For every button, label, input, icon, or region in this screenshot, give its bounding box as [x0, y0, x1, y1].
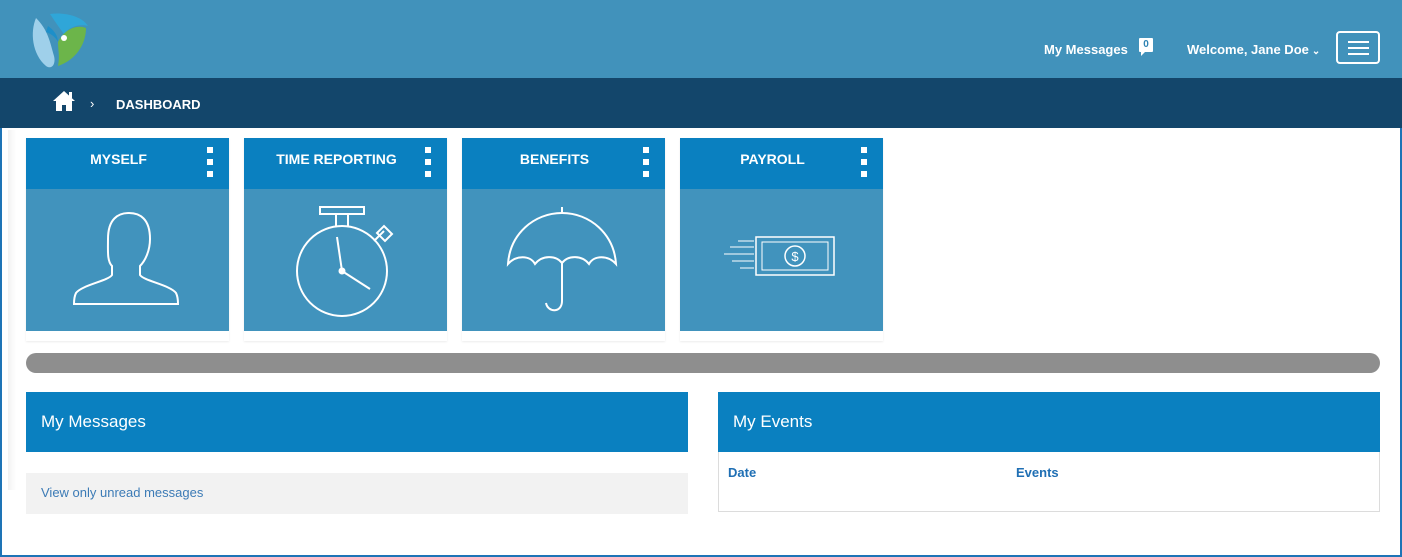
tile-body: [26, 189, 229, 331]
panel-title: My Events: [733, 412, 813, 431]
top-header: My Messages 0 Welcome, Jane Doe ⌄: [0, 0, 1402, 78]
tile-header: PAYROLL: [680, 138, 883, 189]
messages-footer: View only unread messages: [26, 473, 688, 514]
tile-header: BENEFITS: [462, 138, 665, 189]
breadcrumb: › DASHBOARD: [0, 78, 1402, 128]
welcome-text: Welcome, Jane Doe: [1187, 42, 1309, 57]
breadcrumb-current: DASHBOARD: [116, 97, 201, 112]
tile-body: $: [680, 189, 883, 331]
breadcrumb-separator: ›: [90, 96, 95, 111]
user-menu[interactable]: Welcome, Jane Doe ⌄: [1187, 42, 1320, 57]
view-unread-messages-link[interactable]: View only unread messages: [41, 485, 203, 500]
more-options-icon[interactable]: [861, 147, 867, 177]
more-options-icon[interactable]: [207, 147, 213, 177]
tile-time-reporting[interactable]: TIME REPORTING: [244, 138, 447, 341]
stopwatch-icon: [296, 206, 394, 317]
umbrella-icon: [506, 207, 618, 312]
tile-header: TIME REPORTING: [244, 138, 447, 189]
tile-body: [462, 189, 665, 331]
events-table: Date Events: [718, 452, 1380, 512]
tile-header: MYSELF: [26, 138, 229, 189]
chevron-down-icon: ⌄: [1311, 46, 1321, 57]
tile-myself[interactable]: MYSELF: [26, 138, 229, 341]
menu-icon-line: [1348, 41, 1369, 43]
tile-title: BENEFITS: [519, 151, 590, 167]
menu-icon-line: [1348, 47, 1369, 49]
column-header-date[interactable]: Date: [728, 465, 756, 480]
my-events-panel: My Events Date Events: [718, 392, 1380, 512]
tile-title: PAYROLL: [740, 151, 805, 167]
my-messages-link[interactable]: My Messages: [1044, 42, 1128, 57]
company-logo[interactable]: [28, 12, 90, 70]
panel-header: My Events: [718, 392, 1380, 452]
tile-title: MYSELF: [90, 151, 147, 167]
left-shadow: [8, 130, 16, 490]
message-count-badge[interactable]: 0: [1139, 38, 1153, 56]
svg-text:$: $: [791, 249, 799, 264]
column-header-events[interactable]: Events: [1016, 465, 1059, 480]
hamburger-menu-button[interactable]: [1336, 31, 1380, 64]
person-icon: [72, 211, 180, 305]
horizontal-scrollbar[interactable]: [26, 353, 1380, 373]
more-options-icon[interactable]: [425, 147, 431, 177]
more-options-icon[interactable]: [643, 147, 649, 177]
menu-icon-line: [1348, 53, 1369, 55]
money-icon: $: [724, 236, 835, 276]
tile-body: [244, 189, 447, 331]
tile-title: TIME REPORTING: [276, 151, 397, 167]
panel-header: My Messages: [26, 392, 688, 452]
tile-benefits[interactable]: BENEFITS: [462, 138, 665, 341]
tile-payroll[interactable]: PAYROLL $: [680, 138, 883, 341]
home-icon[interactable]: [52, 90, 76, 112]
my-messages-panel: My Messages View only unread messages: [26, 392, 688, 516]
panel-title: My Messages: [41, 412, 146, 431]
